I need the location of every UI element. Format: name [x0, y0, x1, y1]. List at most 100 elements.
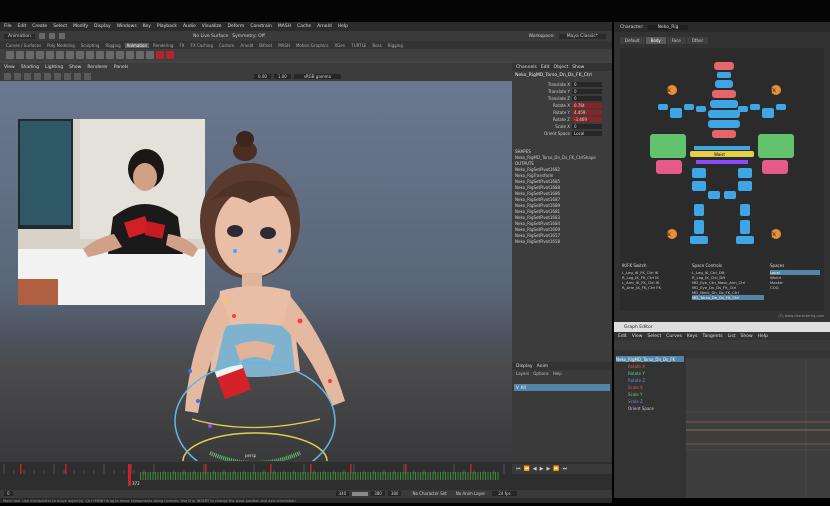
menu-mash[interactable]: MASH [278, 24, 291, 29]
shelf-tab[interactable]: Rigging [386, 43, 405, 48]
picker-tab-face[interactable]: Face [666, 37, 686, 44]
picker-tab-default[interactable]: Default [620, 37, 645, 44]
texture-icon[interactable] [44, 72, 51, 80]
picker-canvas[interactable]: IK FK Waist IK FK [620, 48, 824, 263]
range-start[interactable]: 340 [335, 491, 350, 496]
graph-outliner-item[interactable]: Neko_RigMD_Torso_Dn_Ds_FK [616, 356, 684, 362]
viewport-menu-lighting[interactable]: Lighting [45, 65, 63, 70]
play-icon[interactable]: ▶ [540, 466, 544, 472]
picker-tab-body[interactable]: Body [645, 37, 666, 44]
attribute-row[interactable]: Translate X0 [512, 81, 612, 87]
graph-menu-help[interactable]: Help [758, 334, 768, 339]
shelf-tool-icon[interactable] [116, 51, 124, 59]
shelf-tool-icon[interactable] [36, 51, 44, 59]
next-frame-icon[interactable]: ▶ [546, 466, 550, 472]
layer-row[interactable]: V All [514, 384, 610, 391]
channel-menu-show[interactable]: Show [572, 65, 584, 70]
shelf-tab[interactable]: Arnold [238, 43, 255, 48]
attribute-value[interactable]: 0 [572, 88, 602, 94]
viewport-menu-renderer[interactable]: Renderer [87, 65, 108, 70]
attribute-value[interactable]: 0 [572, 95, 602, 101]
menu-help[interactable]: Help [338, 24, 348, 29]
prev-key-icon[interactable]: ⏪ [524, 466, 530, 472]
shelf-tool-icon[interactable] [46, 51, 54, 59]
selected-object[interactable]: Neko_RigMD_Torso_Dn_Ds_FK_Ctrl [515, 73, 592, 78]
menu-edit[interactable]: Edit [18, 24, 27, 29]
menu-modify[interactable]: Modify [73, 24, 88, 29]
shelf-tool-icon[interactable] [106, 51, 114, 59]
graph-menu-show[interactable]: Show [741, 334, 753, 339]
shelf-rig-icon[interactable] [156, 51, 164, 59]
attribute-row[interactable]: Scale X0 [512, 123, 612, 129]
shelf-tab[interactable]: TURTLE [349, 43, 368, 48]
shelf-rig-icon[interactable] [166, 51, 174, 59]
wireframe-icon[interactable] [24, 72, 31, 80]
picker-tab-other[interactable]: Other [686, 37, 709, 44]
graph-menu-tangents[interactable]: Tangents [702, 334, 722, 339]
graph-outliner-item[interactable]: Rotate Y [628, 370, 645, 376]
workspace-selector[interactable]: Maya Classic* [558, 33, 606, 39]
shaded-icon[interactable] [34, 72, 41, 80]
shelf-tab[interactable]: Sculpting [79, 43, 102, 48]
shelf-tab[interactable]: Custom [217, 43, 236, 48]
start-time[interactable]: 0 [4, 491, 13, 496]
anim-layer[interactable]: No Anim Layer [456, 491, 485, 496]
live-surface-label[interactable]: No Live Surface [193, 34, 228, 39]
shelf-tool-icon[interactable] [136, 51, 144, 59]
graph-outliner-item[interactable]: Orient Space [628, 405, 654, 411]
shelf-tab[interactable]: Rigging [103, 43, 122, 48]
light-icon[interactable] [54, 72, 61, 80]
graph-menu-curves[interactable]: Curves [666, 334, 682, 339]
graph-menu-select[interactable]: Select [647, 334, 661, 339]
end-time[interactable]: 380 [387, 491, 402, 496]
viewport-menu-shading[interactable]: Shading [21, 65, 39, 70]
shelf-tab[interactable]: FX [177, 43, 186, 48]
shelf-tool-icon[interactable] [126, 51, 134, 59]
camera-field[interactable]: 0.00 [254, 73, 271, 79]
menu-create[interactable]: Create [32, 24, 47, 29]
shadow-icon[interactable] [64, 72, 71, 80]
viewport-3d[interactable]: persp [0, 81, 512, 462]
next-key-icon[interactable]: ⏩ [553, 466, 559, 472]
layer-menu[interactable]: Layers [516, 371, 529, 376]
shelf-tab[interactable]: Boss [370, 43, 383, 48]
shelf-tab[interactable]: Motion Graphics [294, 43, 331, 48]
current-frame[interactable]: 372 [132, 481, 140, 486]
attribute-row[interactable]: Orient Space Local [512, 130, 612, 136]
shelf-tab[interactable]: FX Caching [189, 43, 215, 48]
menu-key[interactable]: Key [143, 24, 151, 29]
layer-tab[interactable]: Anim [537, 364, 549, 369]
character-selector[interactable]: Neko_Rig [647, 24, 689, 30]
range-bar[interactable] [352, 491, 369, 496]
attribute-value[interactable]: 0 [572, 81, 602, 87]
channel-menu-channels[interactable]: Channels [516, 65, 537, 70]
graph-editor-graph[interactable] [686, 350, 830, 498]
attribute-value[interactable]: Local [572, 130, 602, 136]
viewport-menu-panels[interactable]: Panels [114, 65, 128, 70]
camera-scale[interactable]: 1.00 [273, 73, 291, 79]
prev-frame-icon[interactable]: ◀ [533, 466, 537, 472]
graph-outliner-item[interactable]: Rotate Z [628, 377, 645, 383]
shelf-tab[interactable]: Animation [124, 42, 150, 48]
layer-visibility[interactable]: V [516, 385, 519, 390]
menu-visualize[interactable]: Visualize [202, 24, 222, 29]
character-set[interactable]: No Character Set [412, 491, 446, 496]
first-frame-icon[interactable]: ⏮ [516, 466, 521, 472]
space-item[interactable]: COG [770, 285, 820, 290]
graph-outliner-item[interactable]: Scale X [628, 384, 643, 390]
shape-node[interactable]: Neko_RigMD_Torso_Dn_Ds_FK_CtrlShape [515, 155, 596, 160]
camera-icon[interactable] [4, 72, 11, 80]
viewport-menu-view[interactable]: View [4, 65, 15, 70]
menu-select[interactable]: Select [53, 24, 67, 29]
shelf-tab[interactable]: Curves / Surfaces [4, 43, 43, 48]
color-space[interactable]: sRGB gamma [293, 73, 342, 79]
shelf-tool-icon[interactable] [26, 51, 34, 59]
channel-menu-object[interactable]: Object [554, 65, 569, 70]
graph-outliner-item[interactable]: Rotate X [628, 363, 645, 369]
isolate-icon[interactable] [84, 72, 91, 80]
shelf-tab[interactable]: Poly Modeling [45, 43, 77, 48]
attribute-row[interactable]: Rotate Y 4.459 [512, 109, 612, 115]
channel-menu-edit[interactable]: Edit [541, 65, 550, 70]
menu-constrain[interactable]: Constrain [250, 24, 272, 29]
graph-menu-edit[interactable]: Edit [618, 334, 627, 339]
